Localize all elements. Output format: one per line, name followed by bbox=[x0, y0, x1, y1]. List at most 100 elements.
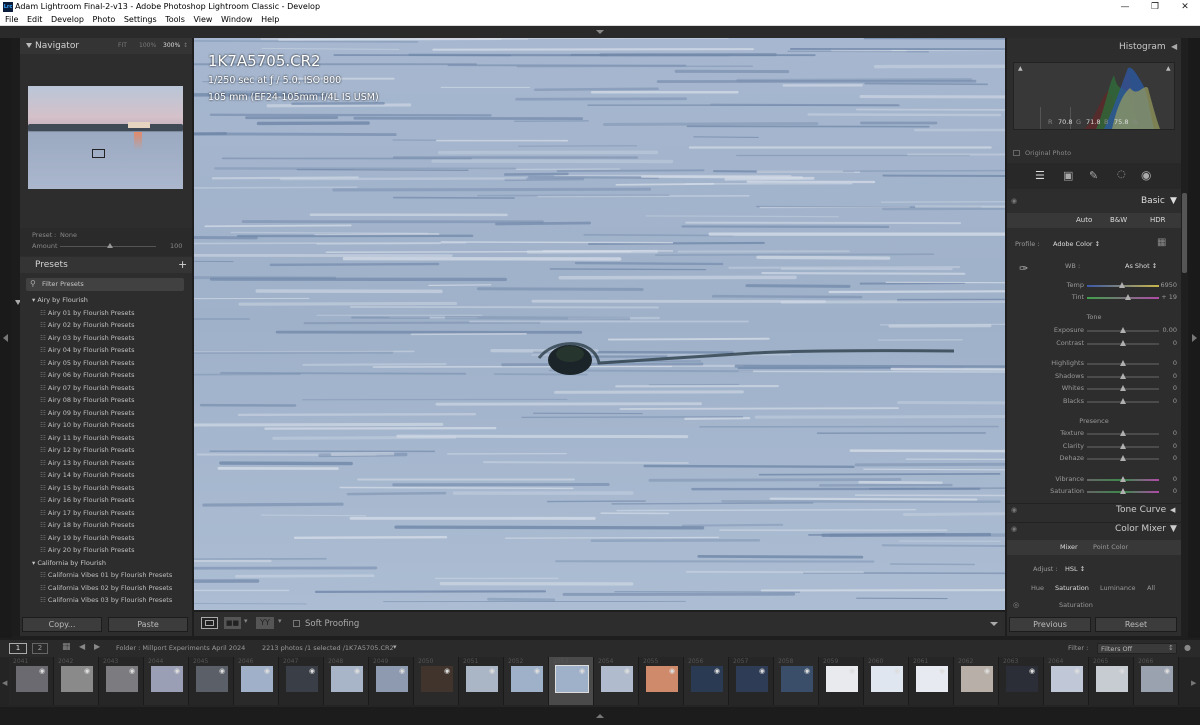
paste-button[interactable]: Paste bbox=[108, 617, 188, 632]
filmstrip-thumb[interactable]: 2049 ◉ bbox=[369, 657, 414, 705]
filmstrip-thumb[interactable]: 2058 ◉ bbox=[774, 657, 819, 705]
right-panel-scrollbar[interactable] bbox=[1181, 38, 1188, 636]
filmstrip-thumb[interactable]: 2044 ◉ bbox=[144, 657, 189, 705]
basic-eye-icon[interactable]: ◉ bbox=[1011, 197, 1017, 205]
shadows-knob[interactable] bbox=[1120, 372, 1126, 379]
tint-knob[interactable] bbox=[1125, 294, 1131, 300]
filmstrip-thumb[interactable]: 2042 ◉ bbox=[54, 657, 99, 705]
masking-icon[interactable]: ◉ bbox=[1141, 168, 1151, 182]
filmstrip-thumb[interactable]: 2054 ◉ bbox=[594, 657, 639, 705]
preset-item[interactable]: ☷ Airy 14 by Flourish Presets bbox=[40, 471, 134, 479]
filmstrip-thumb[interactable]: 2063 ◉ bbox=[999, 657, 1044, 705]
filmstrip-thumb[interactable]: 2048 ◉ bbox=[324, 657, 369, 705]
target-adjust-icon[interactable]: ◎ bbox=[1013, 601, 1019, 609]
top-panel-toggle-strip[interactable] bbox=[0, 26, 1200, 38]
bottom-panel-toggle-strip[interactable] bbox=[0, 707, 1200, 725]
previous-button[interactable]: Previous bbox=[1009, 617, 1091, 632]
presets-header[interactable]: Presets + bbox=[20, 257, 192, 273]
healing-icon[interactable]: ✎ bbox=[1089, 169, 1098, 182]
filmstrip-thumb[interactable]: 2064 ◉ bbox=[1044, 657, 1089, 705]
color-mixer-header[interactable]: ◉ Color Mixer ▼ bbox=[1007, 522, 1181, 536]
menu-tools[interactable]: Tools bbox=[162, 14, 188, 26]
exposure-knob[interactable] bbox=[1120, 327, 1126, 333]
filmstrip-thumb[interactable]: 2065 ◉ bbox=[1089, 657, 1134, 705]
preset-item[interactable]: ☷ Airy 11 by Flourish Presets bbox=[40, 434, 134, 442]
preset-item[interactable]: ☷ Airy 15 by Flourish Presets bbox=[40, 484, 134, 492]
vibrance-slider-row[interactable]: Vibrance 0 bbox=[1027, 475, 1177, 487]
preset-item[interactable]: ☷ Airy 13 by Flourish Presets bbox=[40, 459, 134, 467]
before-after-icon[interactable]: ■■ bbox=[224, 617, 241, 629]
filmstrip-thumb[interactable]: 2056 ◉ bbox=[684, 657, 729, 705]
navigator-zoom-box[interactable] bbox=[92, 149, 105, 158]
crop-icon[interactable]: ▣ bbox=[1063, 169, 1073, 182]
histogram-collapse-icon[interactable]: ◀ bbox=[1171, 42, 1177, 51]
tone-curve-eye-icon[interactable]: ◉ bbox=[1011, 506, 1017, 514]
tint-slider-row[interactable]: Tint + 19 bbox=[1027, 293, 1177, 305]
filmstrip-thumb[interactable]: 2052 ◉ bbox=[504, 657, 549, 705]
preset-item[interactable]: ☷ Airy 04 by Flourish Presets bbox=[40, 346, 134, 354]
zoom-300[interactable]: 300% bbox=[163, 38, 180, 54]
menu-develop[interactable]: Develop bbox=[48, 14, 87, 26]
auto-button[interactable]: Auto bbox=[1076, 216, 1092, 224]
red-eye-icon[interactable]: ◌ bbox=[1117, 169, 1126, 180]
photo-canvas[interactable]: 1K7A5705.CR2 1/250 sec at ƒ / 5.0, ISO 8… bbox=[194, 38, 1005, 610]
filmstrip-thumb[interactable]: 2050 ◉ bbox=[414, 657, 459, 705]
grid-view-icon[interactable]: ▦ bbox=[62, 642, 71, 652]
source-menu-icon[interactable]: ▾ bbox=[393, 643, 397, 651]
collapse-left-icon[interactable] bbox=[3, 334, 8, 342]
menu-settings[interactable]: Settings bbox=[121, 14, 160, 26]
minimize-icon[interactable]: — bbox=[1110, 0, 1140, 14]
temp-slider-row[interactable]: Temp 6950 bbox=[1027, 281, 1177, 293]
filmstrip-thumb[interactable]: 2061 ◉ bbox=[909, 657, 954, 705]
dehaze-knob[interactable] bbox=[1120, 455, 1126, 461]
preset-item[interactable]: ☷ California Vibes 01 by Flourish Preset… bbox=[40, 571, 172, 579]
clarity-knob[interactable] bbox=[1120, 442, 1126, 449]
preset-item[interactable]: ☷ Airy 02 by Flourish Presets bbox=[40, 321, 134, 329]
filmstrip-thumb[interactable]: 2045 ◉ bbox=[189, 657, 234, 705]
collapse-right-icon[interactable] bbox=[1192, 334, 1197, 342]
preset-group[interactable]: ▾ Airy by Flourish bbox=[32, 296, 88, 304]
preset-item[interactable]: ☷ Airy 05 by Flourish Presets bbox=[40, 359, 134, 367]
filmstrip-thumb[interactable]: 2060 ◉ bbox=[864, 657, 909, 705]
preset-item[interactable]: ☷ Airy 07 by Flourish Presets bbox=[40, 384, 134, 392]
filmstrip-thumb[interactable]: 2047 ◉ bbox=[279, 657, 324, 705]
collapse-top-icon[interactable] bbox=[596, 30, 604, 34]
wb-eyedropper-icon[interactable]: ✑ bbox=[1019, 262, 1028, 275]
tone-curve-header[interactable]: ◉ Tone Curve ◀ bbox=[1007, 503, 1181, 517]
right-edge[interactable] bbox=[1188, 38, 1200, 638]
preset-item[interactable]: ☷ Airy 12 by Flourish Presets bbox=[40, 446, 134, 454]
highlights-knob[interactable] bbox=[1120, 360, 1126, 366]
maximize-icon[interactable]: ❐ bbox=[1140, 0, 1170, 14]
add-preset-icon[interactable]: + bbox=[178, 257, 187, 273]
basic-header[interactable]: ◉ Basic ▼ bbox=[1007, 195, 1181, 209]
filmstrip-scroll-left-icon[interactable]: ◀ bbox=[2, 679, 7, 687]
temp-knob[interactable] bbox=[1119, 282, 1125, 288]
preset-item[interactable]: ☷ Airy 08 by Flourish Presets bbox=[40, 396, 134, 404]
menu-file[interactable]: File bbox=[0, 14, 21, 26]
preset-item[interactable]: ☷ Airy 01 by Flourish Presets bbox=[40, 309, 134, 317]
filmstrip-thumb[interactable]: 2053 ◉ bbox=[549, 657, 594, 705]
contrast-knob[interactable] bbox=[1120, 339, 1126, 346]
hdr-button[interactable]: HDR bbox=[1150, 216, 1166, 224]
histogram-graph[interactable]: ▲ ▲ R 70.8 G 71.8 B 75.8 % bbox=[1013, 62, 1175, 130]
whites-knob[interactable] bbox=[1120, 385, 1126, 391]
basic-collapse-icon[interactable]: ▼ bbox=[1170, 196, 1177, 206]
before-after-menu-icon[interactable]: ▾ bbox=[244, 617, 248, 625]
blacks-knob[interactable] bbox=[1120, 397, 1126, 404]
filmstrip-thumb[interactable]: 2062 ◉ bbox=[954, 657, 999, 705]
left-edge[interactable] bbox=[0, 38, 12, 638]
mixer-tab[interactable]: Mixer bbox=[1060, 543, 1078, 551]
whites-slider-row[interactable]: Whites 0 bbox=[1027, 384, 1177, 396]
back-arrow-icon[interactable]: ◀ bbox=[79, 642, 85, 651]
histogram-title[interactable]: Histogram bbox=[1119, 42, 1166, 52]
shadows-slider-row[interactable]: Shadows 0 bbox=[1027, 372, 1177, 384]
close-icon[interactable]: ✕ bbox=[1170, 0, 1200, 14]
vibrance-knob[interactable] bbox=[1120, 475, 1126, 482]
exposure-slider-row[interactable]: Exposure 0.00 bbox=[1027, 326, 1177, 338]
toolbar-menu-icon[interactable] bbox=[990, 622, 998, 626]
loupe-view-icon[interactable] bbox=[201, 617, 218, 629]
preset-item[interactable]: ☷ Airy 03 by Flourish Presets bbox=[40, 334, 134, 342]
color-mixer-eye-icon[interactable]: ◉ bbox=[1011, 525, 1017, 533]
preset-item[interactable]: ☷ California Vibes 02 by Flourish Preset… bbox=[40, 584, 172, 592]
filmstrip-thumb[interactable]: 2066 ◉ bbox=[1134, 657, 1179, 705]
